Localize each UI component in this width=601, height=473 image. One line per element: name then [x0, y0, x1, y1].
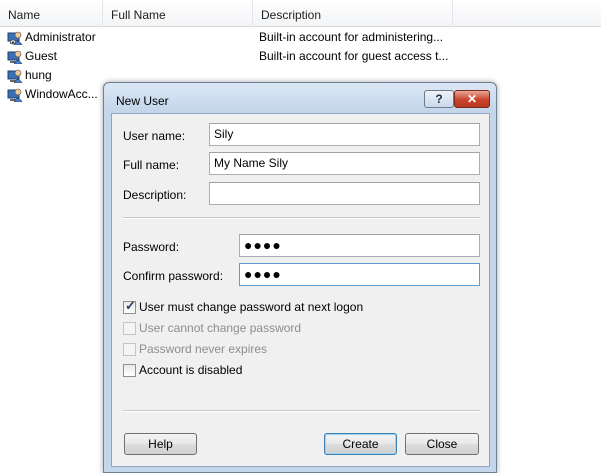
user-name-label: User name:: [123, 129, 186, 143]
row-name: Administrator: [25, 30, 96, 44]
separator: [123, 410, 480, 412]
close-button[interactable]: Close: [405, 433, 479, 455]
full-name-label: Full name:: [123, 158, 180, 172]
new-user-dialog: New User ? ✕ User name: Sily Full name: …: [103, 82, 497, 473]
dialog-title-bar[interactable]: New User ? ✕: [104, 83, 496, 113]
column-header-name[interactable]: Name: [0, 0, 103, 27]
description-input[interactable]: [209, 182, 480, 205]
row-description: Built-in account for administering...: [259, 30, 444, 44]
checkbox: [123, 322, 136, 335]
option-label: User must change password at next logon: [139, 300, 364, 314]
user-icon: [7, 50, 23, 64]
confirm-password-label: Confirm password:: [123, 269, 224, 283]
password-label: Password:: [123, 240, 180, 254]
create-button[interactable]: Create: [324, 433, 397, 455]
column-header-description[interactable]: Description: [253, 0, 453, 27]
option-label: Password never expires: [139, 342, 268, 356]
help-button[interactable]: Help: [124, 433, 197, 455]
full-name-input[interactable]: My Name Sily: [209, 152, 480, 175]
dialog-client-area: User name: Sily Full name: My Name Sily …: [111, 113, 490, 467]
row-name: Guest: [25, 49, 58, 63]
row-description: Built-in account for guest access t...: [259, 49, 449, 63]
password-input[interactable]: ●●●●: [239, 234, 480, 257]
row-name: WindowAcc...: [25, 87, 98, 101]
checkbox: [123, 343, 136, 356]
column-header-full-name[interactable]: Full Name: [103, 0, 253, 27]
list-header: Name Full Name Description: [0, 0, 601, 27]
option-label: Account is disabled: [139, 363, 243, 377]
confirm-password-input[interactable]: ●●●●: [239, 263, 480, 286]
separator: [123, 217, 480, 219]
row-name: hung: [25, 68, 52, 82]
dialog-title: New User: [116, 94, 169, 108]
user-icon: [7, 88, 23, 102]
table-row[interactable]: Administrator Built-in account for admin…: [0, 28, 601, 47]
user-icon: [7, 69, 23, 83]
help-icon[interactable]: ?: [424, 90, 454, 108]
checkmark-icon: ✓: [125, 298, 136, 313]
user-name-input[interactable]: Sily: [209, 123, 480, 146]
close-icon[interactable]: ✕: [454, 90, 490, 108]
checkbox[interactable]: ✓: [123, 298, 136, 314]
checkbox[interactable]: [123, 364, 136, 377]
table-row[interactable]: Guest Built-in account for guest access …: [0, 47, 601, 66]
option-label: User cannot change password: [139, 321, 302, 335]
user-icon: [7, 31, 23, 45]
description-label: Description:: [123, 188, 187, 202]
